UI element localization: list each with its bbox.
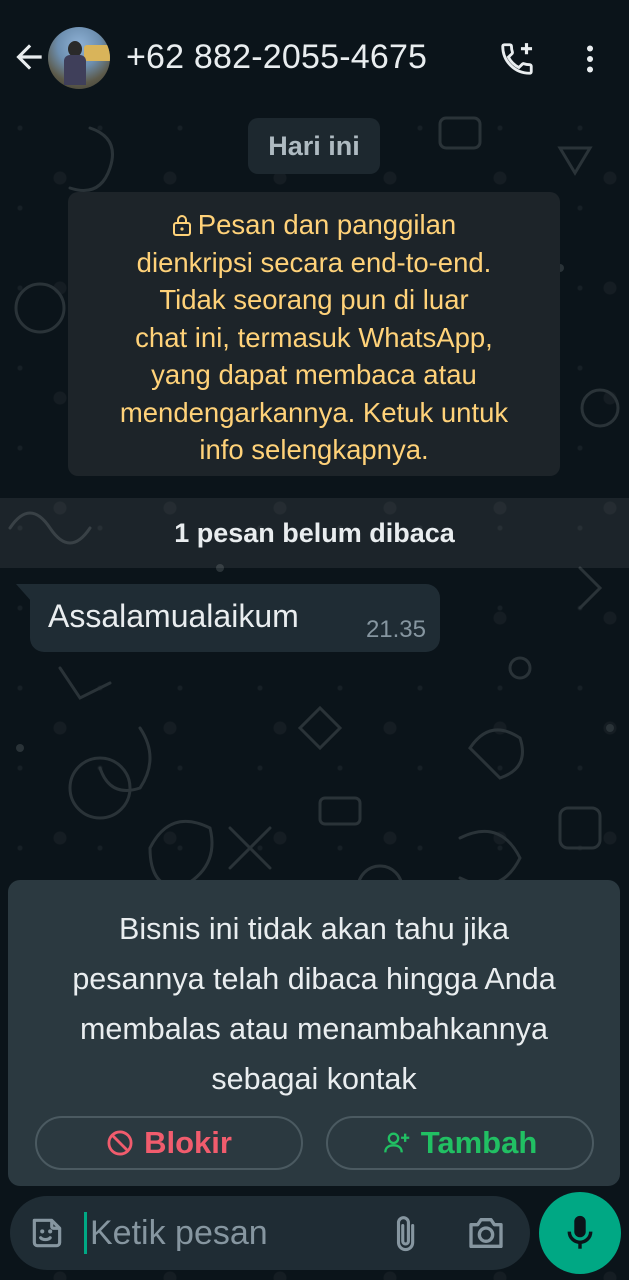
add-contact-button[interactable]: Tambah <box>326 1116 594 1170</box>
more-vertical-icon[interactable] <box>576 42 604 76</box>
encryption-line: dienkripsi secara end-to-end. <box>136 246 492 278</box>
contact-title[interactable]: +62 882-2055-4675 <box>126 38 427 77</box>
unread-label: 1 pesan belum dibaca <box>174 517 455 548</box>
message-time: 21.35 <box>365 616 426 643</box>
block-icon <box>107 1130 133 1156</box>
microphone-icon <box>567 1215 593 1249</box>
message-composer <box>10 1196 530 1270</box>
phone-add-icon[interactable] <box>498 40 536 78</box>
block-label: Blokir <box>144 1125 232 1160</box>
avatar[interactable] <box>48 27 110 89</box>
text-cursor <box>84 1212 87 1254</box>
encryption-notice[interactable]: Pesan dan panggilan dienkripsi secara en… <box>68 192 560 476</box>
chat-header: +62 882-2055-4675 <box>0 0 629 108</box>
encryption-line: Tidak seorang pun di luar <box>159 284 469 315</box>
business-notice-line: membalas atau menambahkannya <box>80 1012 548 1046</box>
business-notice-text: Bisnis ini tidak akan tahu jika pesannya… <box>28 904 600 1104</box>
encryption-line: Pesan dan panggilan <box>86 206 542 244</box>
arrow-left-icon[interactable] <box>10 38 48 76</box>
camera-icon[interactable] <box>466 1214 506 1252</box>
encryption-line: info selengkapnya. <box>199 434 429 465</box>
add-label: Tambah <box>420 1125 538 1160</box>
lock-icon <box>172 215 191 236</box>
paperclip-icon[interactable] <box>390 1214 424 1254</box>
message-text: Assalamualaikum <box>48 598 299 634</box>
add-person-icon <box>383 1132 409 1153</box>
encryption-line: mendengarkannya. Ketuk untuk <box>119 396 509 428</box>
business-notice-line: pesannya telah dibaca hingga Anda <box>72 962 556 996</box>
date-chip: Hari ini <box>248 118 380 174</box>
message-input[interactable] <box>90 1208 380 1258</box>
message-bubble[interactable]: Assalamualaikum 21.35 <box>30 584 440 652</box>
unread-divider: 1 pesan belum dibaca <box>0 498 629 568</box>
encryption-line: chat ini, termasuk WhatsApp, <box>135 321 493 353</box>
block-button[interactable]: Blokir <box>35 1116 303 1170</box>
encryption-line: yang dapat membaca atau <box>151 359 477 390</box>
business-notice-line: sebagai kontak <box>211 1062 417 1096</box>
sticker-emoji-icon[interactable] <box>28 1214 66 1252</box>
business-notice-line: Bisnis ini tidak akan tahu jika <box>119 912 509 946</box>
encryption-text: Pesan dan panggilan <box>197 209 457 240</box>
mic-button[interactable] <box>539 1192 621 1274</box>
